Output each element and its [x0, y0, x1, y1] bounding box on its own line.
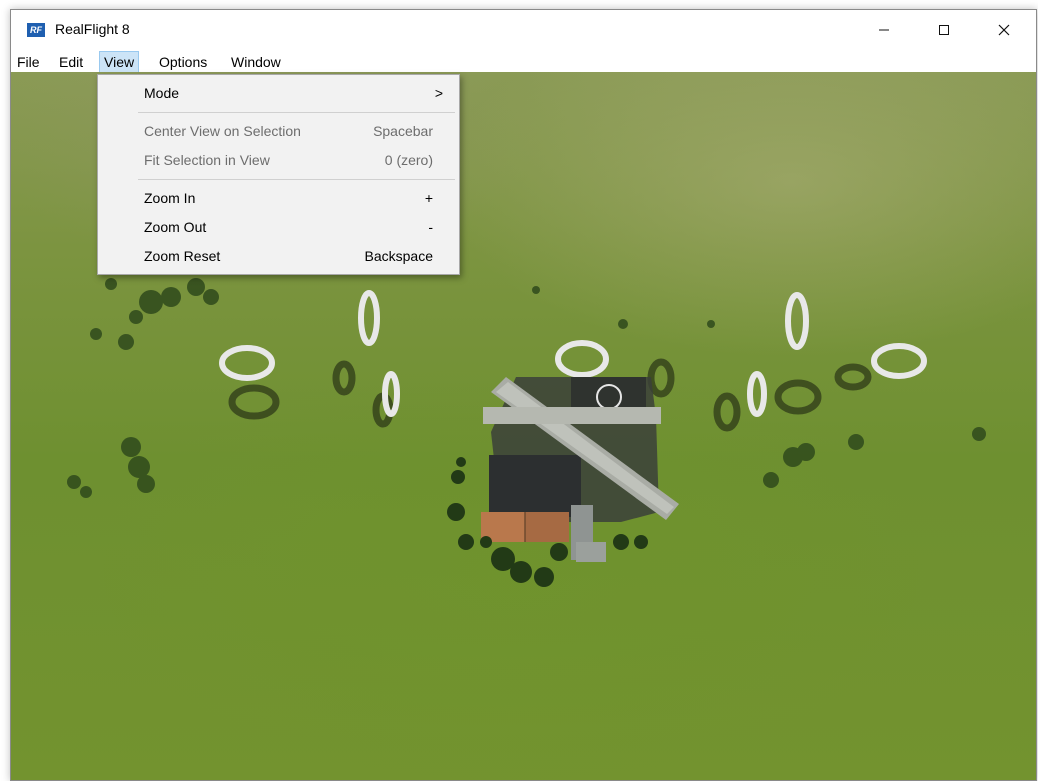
- minimize-button[interactable]: [861, 10, 907, 50]
- tree-cluster-left: [67, 278, 219, 498]
- menu-item-zoom-reset[interactable]: Zoom Reset Backspace: [98, 244, 459, 268]
- menu-window[interactable]: Window: [227, 52, 285, 72]
- zoom-reset-shortcut: Backspace: [364, 248, 433, 264]
- menu-edit[interactable]: Edit: [55, 52, 87, 72]
- menu-options[interactable]: Options: [155, 52, 211, 72]
- title-bar: RF RealFlight 8: [11, 10, 1036, 50]
- close-button[interactable]: [981, 10, 1027, 50]
- center-view-shortcut: Spacebar: [373, 123, 433, 139]
- menu-file[interactable]: File: [13, 52, 44, 72]
- realflight-logo-icon: RF: [27, 23, 45, 37]
- zoom-in-shortcut: +: [424, 190, 433, 206]
- menu-bar: File Edit View Options Window: [11, 50, 1036, 73]
- menu-view[interactable]: View: [99, 51, 140, 73]
- menu-separator: [138, 179, 455, 180]
- fit-selection-shortcut: 0 (zero): [384, 152, 433, 168]
- zoom-out-label: Zoom Out: [144, 219, 207, 235]
- menu-item-zoom-in[interactable]: Zoom In +: [98, 186, 459, 210]
- view-dropdown-menu: Mode > Center View on Selection Spacebar…: [97, 74, 460, 275]
- zoom-in-label: Zoom In: [144, 190, 196, 206]
- maximize-icon: [939, 25, 949, 35]
- menu-separator: [138, 112, 455, 113]
- close-icon: [998, 24, 1010, 36]
- menu-item-fit-selection[interactable]: Fit Selection in View 0 (zero): [98, 148, 459, 172]
- minimize-icon: [879, 29, 889, 31]
- window-title: RealFlight 8: [55, 21, 130, 37]
- zoom-out-shortcut: -: [428, 219, 433, 235]
- submenu-arrow-icon: >: [434, 85, 443, 101]
- mode-label: Mode: [144, 85, 180, 101]
- airfield: [481, 377, 679, 562]
- menu-item-mode[interactable]: Mode >: [98, 81, 459, 105]
- zoom-reset-label: Zoom Reset: [144, 248, 221, 264]
- menu-item-zoom-out[interactable]: Zoom Out -: [98, 215, 459, 239]
- center-view-label: Center View on Selection: [144, 123, 301, 139]
- maximize-button[interactable]: [921, 10, 967, 50]
- menu-item-center-view[interactable]: Center View on Selection Spacebar: [98, 119, 459, 143]
- fit-selection-label: Fit Selection in View: [144, 152, 270, 168]
